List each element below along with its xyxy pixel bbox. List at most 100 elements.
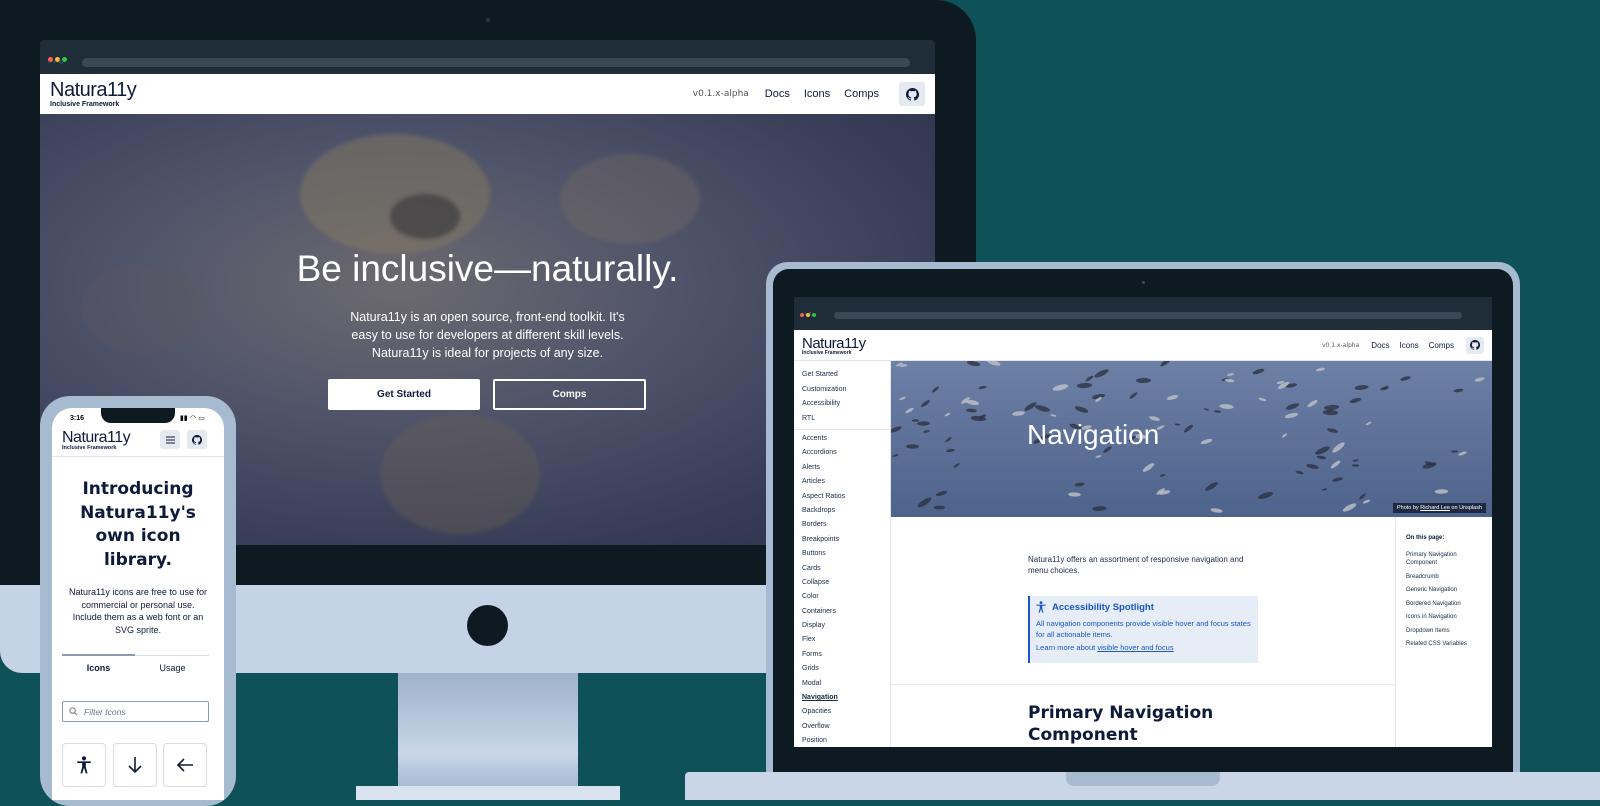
nav-icons-link[interactable]: Icons	[1400, 341, 1419, 350]
phone-notch	[101, 408, 175, 423]
page-banner: Navigation Photo by Richard Lee on Unspl…	[891, 361, 1492, 517]
sidebar-item[interactable]: Containers	[802, 608, 845, 622]
sidebar-item[interactable]: Navigation	[802, 694, 845, 708]
signal-icon: ▮▮	[180, 414, 188, 422]
banner-bird	[1074, 481, 1085, 488]
banner-bird	[1203, 407, 1210, 412]
banner-bird	[905, 444, 920, 449]
github-button[interactable]	[1466, 336, 1484, 354]
toc-link[interactable]: Bordered Navigation	[1406, 600, 1486, 608]
sidebar-item[interactable]: Cards	[802, 565, 845, 579]
sidebar-item-get-started[interactable]: Get Started	[802, 371, 846, 386]
banner-bird	[1379, 385, 1390, 392]
sidebar-item-customization[interactable]: Customization	[802, 386, 846, 401]
photo-credit-author-link[interactable]: Richard Lee	[1420, 505, 1450, 511]
nav-docs-link[interactable]: Docs	[1371, 341, 1389, 350]
url-bar[interactable]	[82, 58, 910, 67]
icon-tile[interactable]	[113, 743, 157, 787]
banner-bird	[978, 385, 987, 390]
sidebar-item[interactable]: Breakpoints	[802, 536, 845, 550]
browser-nav-buttons[interactable]: ‹ › ↻	[800, 311, 814, 318]
icon-tile[interactable]	[62, 743, 106, 787]
banner-bird	[922, 429, 931, 434]
sidebar-item[interactable]: Borders	[802, 521, 845, 535]
banner-bird	[1457, 450, 1468, 457]
toc-link[interactable]: Breadcrumb	[1406, 573, 1486, 581]
toc-link[interactable]: Primary Navigation Component	[1406, 551, 1486, 567]
banner-bird	[920, 398, 931, 409]
nav-comps-link[interactable]: Comps	[1429, 341, 1454, 350]
banner-bird	[1321, 488, 1328, 491]
browser-nav-buttons[interactable]: ‹ › ↻	[48, 58, 64, 66]
tab-active-indicator	[62, 654, 135, 656]
sidebar-item[interactable]: Alerts	[802, 464, 845, 478]
photo-credit-suffix: on Unsplash	[1451, 505, 1482, 511]
sidebar-item[interactable]: Accordions	[802, 449, 845, 463]
brand-logo[interactable]: Natura11y Inclusive Framework	[62, 429, 131, 452]
menu-button[interactable]	[160, 430, 180, 449]
banner-bird	[1434, 489, 1449, 494]
sidebar-item[interactable]: Color	[802, 593, 845, 607]
github-icon	[905, 87, 919, 101]
spotlight-header: Accessibility Spotlight	[1036, 601, 1252, 613]
browser-chrome: ‹ › ↻	[794, 297, 1492, 330]
comps-button[interactable]: Comps	[493, 379, 646, 410]
sidebar-item[interactable]: Display	[802, 622, 845, 636]
sidebar-item[interactable]: Opacities	[802, 708, 845, 722]
banner-bird	[1084, 374, 1095, 383]
sidebar-item[interactable]: Grids	[802, 665, 845, 679]
banner-bird	[966, 361, 981, 368]
sidebar-item[interactable]: Aspect Ratios	[802, 493, 845, 507]
toc-link[interactable]: Icons in Navigation	[1406, 613, 1486, 621]
github-button[interactable]	[899, 82, 925, 106]
nav-docs-link[interactable]: Docs	[765, 88, 790, 100]
banner-bird	[944, 435, 953, 444]
spotlight-link[interactable]: visible hover and focus	[1097, 643, 1173, 652]
get-started-button[interactable]: Get Started	[328, 379, 480, 410]
sidebar-item[interactable]: Collapse	[802, 579, 845, 593]
sidebar-item[interactable]: Flex	[802, 636, 845, 650]
nav-comps-link[interactable]: Comps	[844, 88, 879, 100]
toc-link[interactable]: Dropdown Items	[1406, 627, 1486, 635]
banner-bird	[944, 411, 951, 418]
github-button[interactable]	[187, 430, 207, 449]
phone-heading-line: library.	[103, 549, 173, 570]
monitor-logo	[467, 605, 508, 646]
tab-icons[interactable]: Icons	[62, 663, 135, 673]
filter-icons-input[interactable]: Filter Icons	[62, 701, 209, 722]
monitor-stand	[398, 673, 578, 788]
banner-bird	[1252, 367, 1265, 376]
phone-heading-line: Natura11y's	[80, 502, 196, 523]
icon-tile[interactable]	[163, 743, 207, 787]
sidebar-item[interactable]: Overflow	[802, 723, 845, 737]
banner-bird	[1453, 388, 1464, 393]
banner-bird	[1226, 372, 1235, 377]
sidebar-item[interactable]: Backdrops	[802, 507, 845, 521]
sidebar-divider	[794, 429, 890, 430]
url-bar[interactable]	[834, 312, 1462, 319]
banner-bird	[1362, 498, 1371, 505]
brand-logo[interactable]: Natura11y Inclusive Framework	[50, 80, 137, 108]
docs-main-content: Natura11y offers an assortment of respon…	[891, 517, 1395, 747]
sidebar-item[interactable]: Articles	[802, 478, 845, 492]
sidebar-item-rtl[interactable]: RTL	[802, 415, 846, 430]
nav-icons-link[interactable]: Icons	[804, 88, 830, 100]
brand-tagline: Inclusive Framework	[62, 445, 117, 451]
phone-heading: Introducing Natura11y's own icon library…	[52, 478, 224, 572]
tab-usage[interactable]: Usage	[136, 663, 209, 673]
accessibility-icon	[1036, 601, 1046, 613]
banner-bird	[1474, 376, 1485, 383]
sidebar-item[interactable]: Buttons	[802, 550, 845, 564]
toc-link[interactable]: Related CSS Variables	[1406, 640, 1486, 648]
sidebar-item[interactable]: Forms	[802, 651, 845, 665]
banner-bird	[1200, 437, 1213, 446]
sidebar-item[interactable]: Accents	[802, 435, 845, 449]
toc-link[interactable]: Generic Navigation	[1406, 586, 1486, 594]
sidebar-item[interactable]: Modal	[802, 680, 845, 694]
brand-logo[interactable]: Natura11y Inclusive Framework	[802, 335, 866, 356]
sidebar-item-accessibility[interactable]: Accessibility	[802, 400, 846, 415]
banner-bird	[1050, 413, 1057, 418]
banner-bird	[1092, 505, 1107, 512]
intro-text: Natura11y offers an assortment of respon…	[1028, 555, 1244, 575]
sidebar-item[interactable]: Position	[802, 737, 845, 747]
